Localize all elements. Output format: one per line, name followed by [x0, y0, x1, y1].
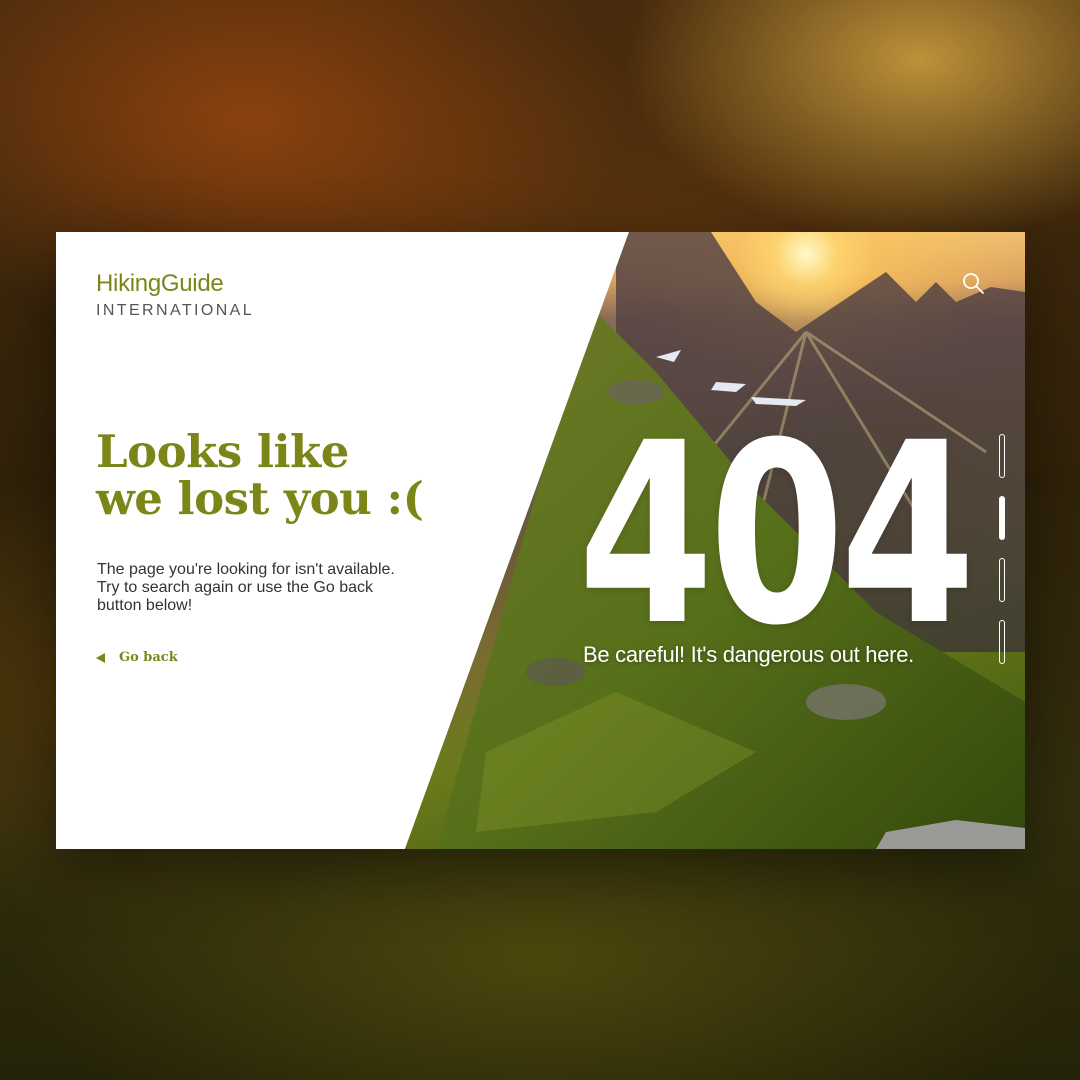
- error-tagline: Be careful! It's dangerous out here.: [583, 642, 914, 667]
- brand-logo-name[interactable]: HikingGuide: [96, 270, 224, 298]
- pager-dot-2[interactable]: [999, 496, 1005, 540]
- description-line-3: button below!: [97, 597, 193, 614]
- pager-dot-1[interactable]: [999, 434, 1005, 478]
- page-headline: Looks like we lost you :(: [96, 428, 456, 522]
- go-back-label: Go back: [119, 650, 178, 665]
- description-line-2: Try to search again or use the Go back: [97, 579, 373, 596]
- error-code: 404: [578, 389, 976, 680]
- search-button[interactable]: [962, 272, 986, 296]
- brand-logo-subtitle: INTERNATIONAL: [96, 302, 255, 319]
- slide-pager: [999, 434, 1005, 664]
- headline-line-1: Looks like: [96, 425, 349, 478]
- pager-dot-4[interactable]: [999, 620, 1005, 664]
- pager-dot-3[interactable]: [999, 558, 1005, 602]
- description-line-1: The page you're looking for isn't availa…: [97, 561, 395, 578]
- search-icon: [963, 273, 984, 294]
- go-back-button[interactable]: Go back: [96, 650, 178, 665]
- headline-line-2: we lost you :(: [96, 472, 424, 525]
- page-description: The page you're looking for isn't availa…: [97, 561, 427, 615]
- triangle-left-icon: [96, 652, 105, 663]
- error-page-card: HikingGuide INTERNATIONAL Looks like we …: [56, 232, 1025, 849]
